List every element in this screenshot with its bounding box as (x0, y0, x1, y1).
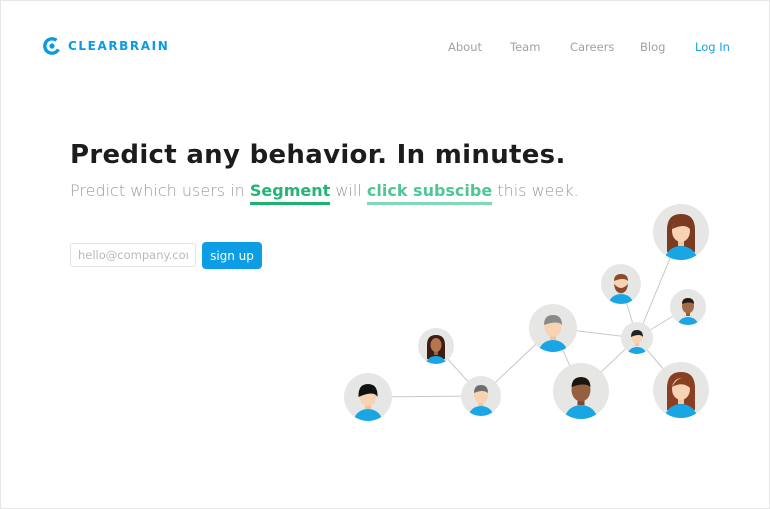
nav-link-about[interactable]: About (448, 40, 482, 54)
subheadline-middle: will (335, 181, 362, 200)
nav-link-blog[interactable]: Blog (640, 40, 665, 54)
hero-headline: Predict any behavior. In minutes. (70, 140, 566, 170)
nav-link-team[interactable]: Team (510, 40, 540, 54)
user-avatar-icon (653, 362, 709, 418)
top-nav: About Team Careers Blog Log In (1, 40, 769, 56)
user-avatar-icon (418, 328, 454, 364)
sign-up-button[interactable]: sign up (202, 242, 262, 269)
behavior-highlight: click subscibe (366, 181, 493, 205)
data-source-highlight: Segment (249, 181, 331, 205)
nav-link-login[interactable]: Log In (695, 40, 730, 54)
user-avatar-icon (461, 376, 501, 416)
user-avatar-icon (553, 363, 609, 419)
subheadline-prefix: Predict which users in (70, 181, 245, 200)
user-avatar-icon (670, 289, 706, 325)
user-avatar-icon (529, 304, 577, 352)
landing-page: CLEARBRAIN About Team Careers Blog Log I… (0, 0, 770, 509)
user-avatar-icon (344, 373, 392, 421)
subheadline-suffix: this week. (497, 181, 579, 200)
user-avatar-icon (601, 264, 641, 304)
email-input[interactable] (70, 243, 196, 267)
user-avatar-icon (653, 204, 709, 260)
user-avatar-icon (621, 322, 653, 354)
hero-subheadline: Predict which users in Segment will clic… (70, 181, 579, 205)
network-connections (367, 231, 689, 398)
nav-link-careers[interactable]: Careers (570, 40, 614, 54)
